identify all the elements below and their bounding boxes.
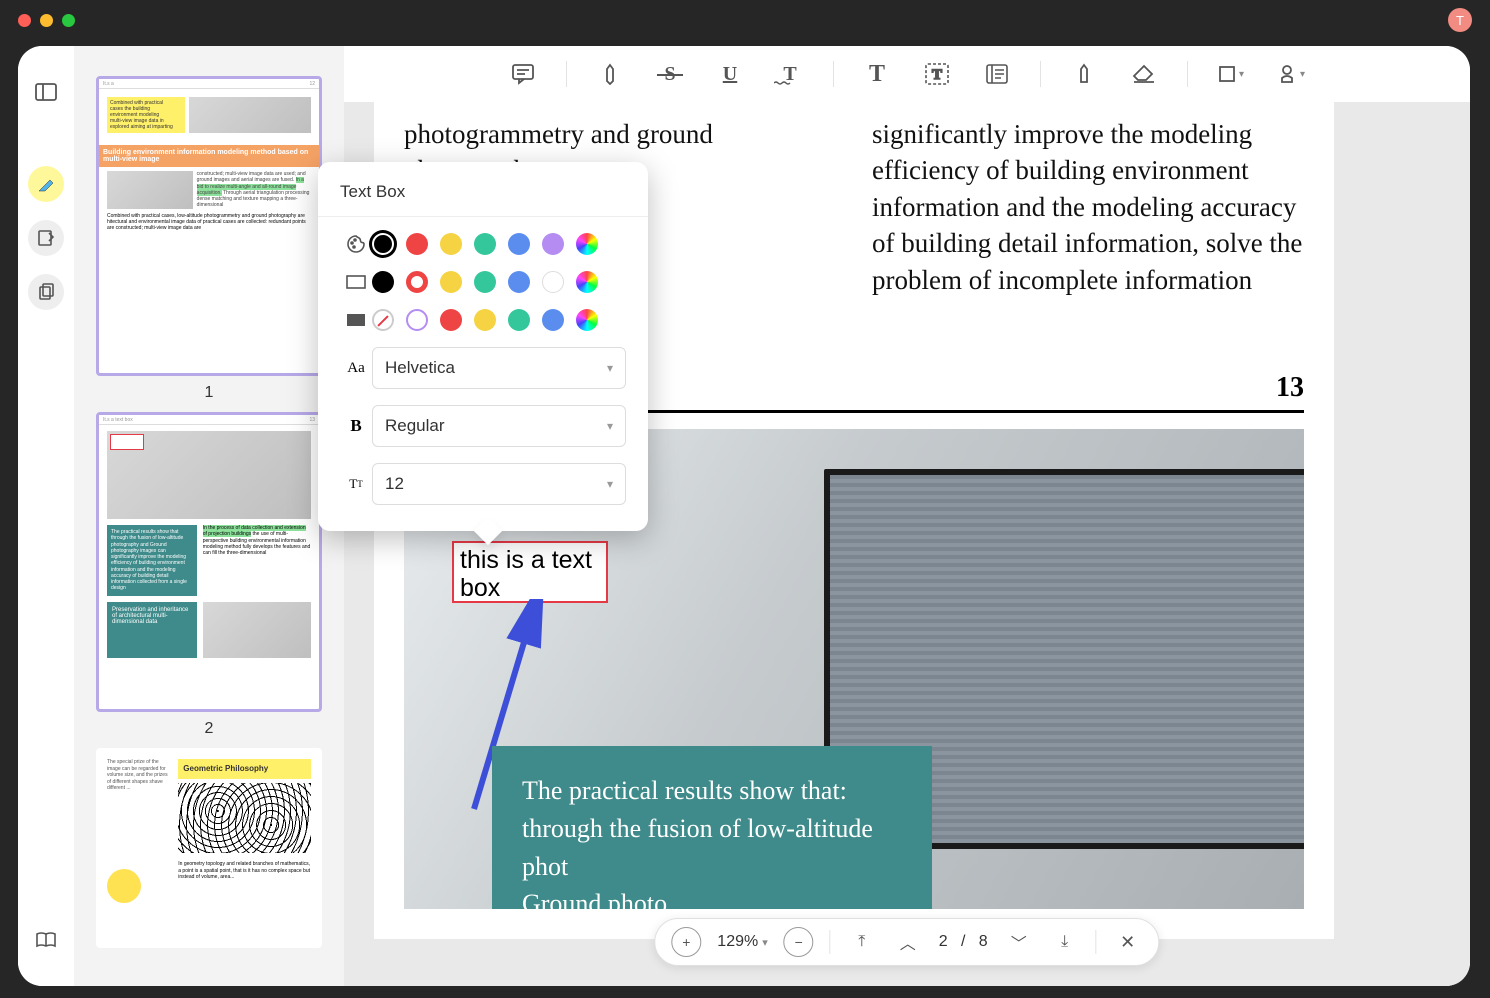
border-color-custom[interactable] [576, 271, 598, 293]
highlighter-tool-icon[interactable] [28, 166, 64, 202]
first-page-button[interactable]: ⤒ [847, 927, 877, 957]
font-size-row: TT 12 [340, 463, 626, 505]
textbox-properties-popup: Text Box [318, 162, 648, 531]
svg-text:T: T [932, 67, 942, 83]
textbox-tool-icon[interactable]: T [920, 57, 954, 91]
thumbnails-panel[interactable]: It.s a12 Combined with practicalcases th… [74, 46, 344, 986]
thumb-item-1[interactable]: It.s a12 Combined with practicalcases th… [96, 76, 322, 402]
zoom-in-button[interactable]: + [671, 927, 701, 957]
font-family-select[interactable]: Helvetica [372, 347, 626, 389]
fill-none[interactable] [372, 309, 394, 331]
traffic-lights [18, 14, 75, 27]
strikethrough-icon[interactable]: S [653, 57, 687, 91]
thumb3-title: Geometric Philosophy [178, 759, 311, 779]
page1-col2: significantly improve the modeling effic… [872, 116, 1304, 335]
fill-green[interactable] [508, 309, 530, 331]
fill-red[interactable] [440, 309, 462, 331]
eraser-icon[interactable] [1127, 57, 1161, 91]
border-color-row [340, 271, 626, 293]
next-page-button[interactable]: ﹀ [1004, 927, 1034, 957]
reading-mode-icon[interactable] [28, 922, 64, 958]
border-color-yellow[interactable] [440, 271, 462, 293]
app-frame: It.s a12 Combined with practicalcases th… [18, 46, 1470, 986]
thumb-number: 1 [96, 384, 322, 402]
crayon-icon[interactable] [1067, 57, 1101, 91]
text-color-purple[interactable] [542, 233, 564, 255]
annotate-tool-icon[interactable] [28, 220, 64, 256]
font-weight-row: B Regular [340, 405, 626, 447]
fill-yellow[interactable] [474, 309, 496, 331]
border-color-black[interactable] [372, 271, 394, 293]
annotation-toolbar: S U T T T ▾ ▾ [344, 46, 1470, 102]
thumb-item-3[interactable]: The special prize of the image can be re… [96, 748, 322, 948]
text-color-green[interactable] [474, 233, 496, 255]
textbox-annotation[interactable]: this is a text box [452, 541, 608, 603]
prev-page-button[interactable]: ︿ [893, 927, 923, 957]
palette-icon [340, 234, 372, 254]
border-color-green[interactable] [474, 271, 496, 293]
text-color-yellow[interactable] [440, 233, 462, 255]
underline-icon[interactable]: U [713, 57, 747, 91]
font-family-icon: Aa [340, 360, 372, 377]
titlebar: T [0, 0, 1490, 40]
thumb1-title: Building environment information modelin… [99, 145, 319, 167]
text-color-custom[interactable] [576, 233, 598, 255]
thumb-number: 2 [96, 720, 322, 738]
minimize-window-button[interactable] [40, 14, 53, 27]
border-color-blue[interactable] [508, 271, 530, 293]
note-icon[interactable] [980, 57, 1014, 91]
text-color-row [340, 233, 626, 255]
font-size-select[interactable]: 12 [372, 463, 626, 505]
fill-color-row [340, 309, 626, 331]
last-page-button[interactable]: ⤓ [1050, 927, 1080, 957]
maximize-window-button[interactable] [62, 14, 75, 27]
text-color-blue[interactable] [508, 233, 530, 255]
border-icon [340, 275, 372, 289]
comment-icon[interactable] [506, 57, 540, 91]
font-family-row: Aa Helvetica [340, 347, 626, 389]
stamp-icon[interactable]: ▾ [1274, 57, 1308, 91]
border-color-red-selected[interactable] [406, 271, 428, 293]
squiggly-icon[interactable]: T [773, 57, 807, 91]
fill-icon [340, 313, 372, 327]
fill-blue[interactable] [542, 309, 564, 331]
user-avatar[interactable]: T [1448, 8, 1472, 32]
text-color-black[interactable] [372, 233, 394, 255]
shape-icon[interactable]: ▾ [1214, 57, 1248, 91]
font-weight-icon: B [340, 416, 372, 436]
text-color-red[interactable] [406, 233, 428, 255]
fill-purple[interactable] [406, 309, 428, 331]
popup-title: Text Box [318, 182, 648, 217]
close-controls-button[interactable]: ✕ [1113, 927, 1143, 957]
thumb-item-2[interactable]: It.s a text box13 The practical results … [96, 412, 322, 738]
font-weight-select[interactable]: Regular [372, 405, 626, 447]
text-icon[interactable]: T [860, 57, 894, 91]
border-color-white[interactable] [542, 271, 564, 293]
thumb2-title: Preservation and inheritance of architec… [107, 602, 197, 658]
close-window-button[interactable] [18, 14, 31, 27]
page-indicator[interactable]: 2 / 8 [939, 933, 988, 951]
zoom-level[interactable]: 129%▾ [717, 933, 767, 951]
pages-tool-icon[interactable] [28, 274, 64, 310]
zoom-out-button[interactable]: − [784, 927, 814, 957]
sidebar-toggle-icon[interactable] [28, 74, 64, 110]
fill-custom[interactable] [576, 309, 598, 331]
left-rail [18, 46, 74, 986]
page-controls: + 129%▾ − ⤒ ︿ 2 / 8 ﹀ ⤓ ✕ [654, 918, 1159, 966]
font-size-icon: TT [340, 476, 372, 492]
page2-teal-text: The practical results show that: through… [492, 746, 932, 909]
pen-icon[interactable] [593, 57, 627, 91]
